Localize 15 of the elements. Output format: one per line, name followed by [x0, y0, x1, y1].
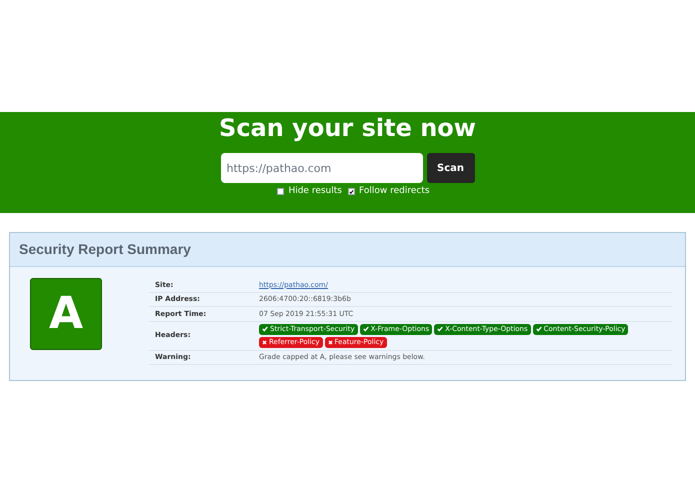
- checkbox[interactable]: [277, 188, 284, 196]
- check-icon: [536, 326, 542, 332]
- card-title: Security Report Summary: [19, 240, 191, 259]
- option-label: Hide results: [288, 185, 342, 198]
- option-label: Follow redirects: [358, 185, 430, 198]
- check-icon: [262, 326, 268, 332]
- checkbox[interactable]: [348, 188, 355, 196]
- url-input-field[interactable]: https://pathao.com: [220, 153, 422, 183]
- scan-button[interactable]: Scan: [426, 153, 474, 183]
- cross-icon: [262, 340, 267, 344]
- cross-icon: [328, 340, 333, 344]
- hero-title: Scan your site now: [219, 114, 476, 142]
- check-icon: [437, 326, 444, 332]
- check-icon: [362, 326, 369, 332]
- grade-badge: A: [30, 278, 102, 350]
